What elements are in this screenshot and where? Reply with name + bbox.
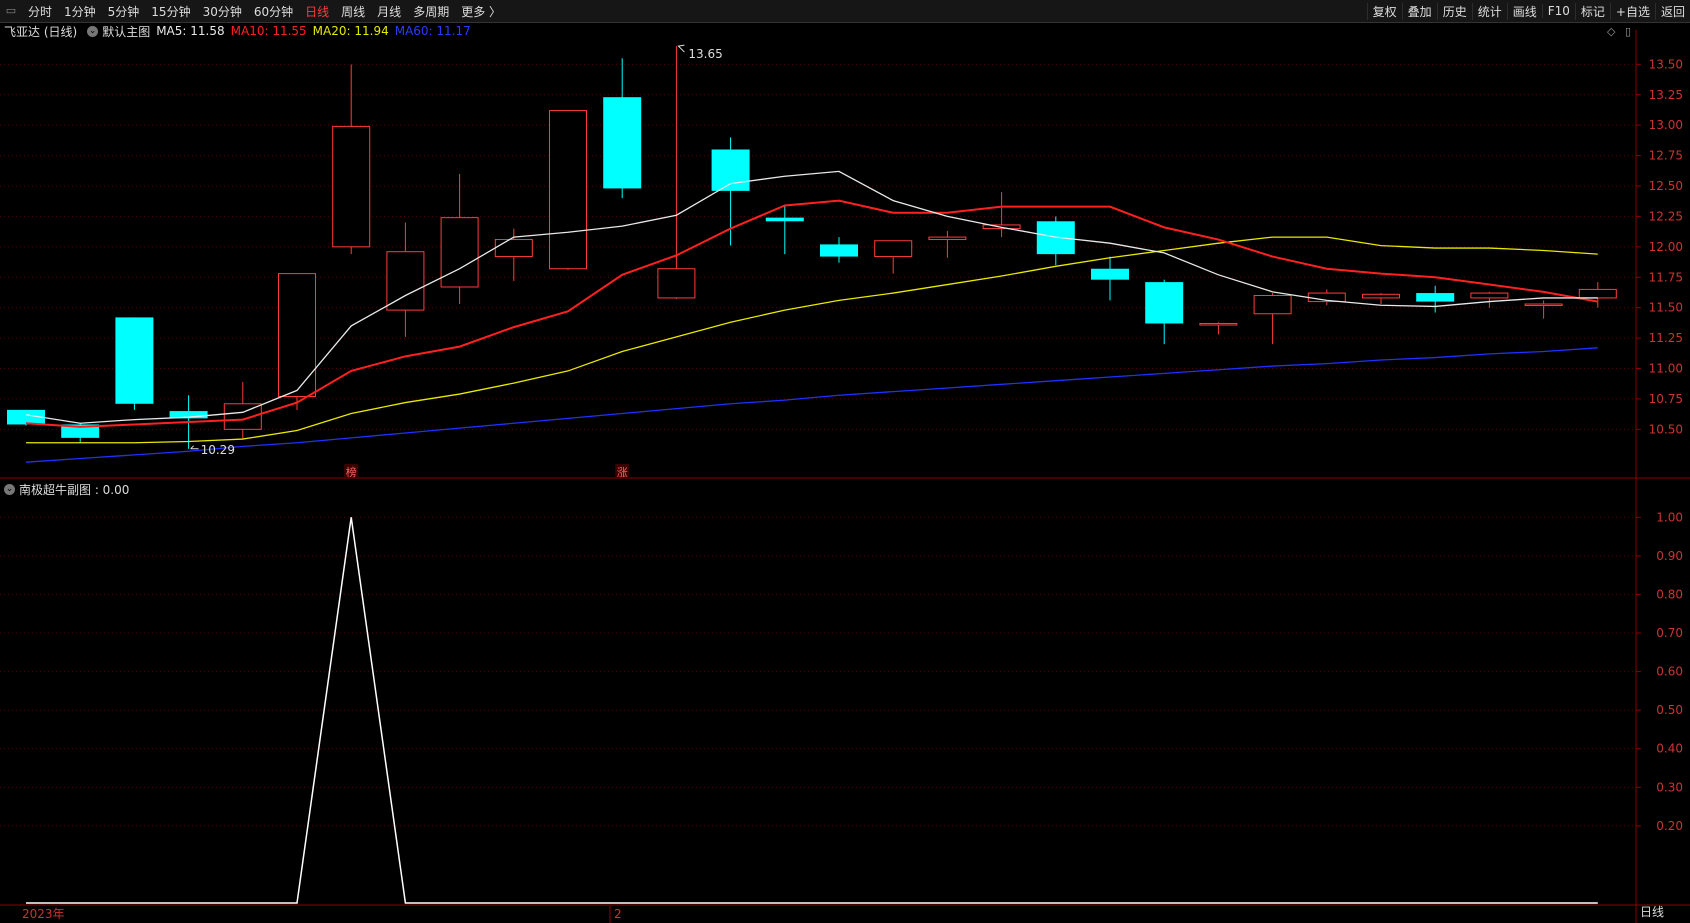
candle-body-up bbox=[332, 125, 371, 248]
y-tick-label-main: 10.75 bbox=[1649, 392, 1683, 406]
min-price-label: 10.29 bbox=[201, 443, 235, 457]
candle-body-up bbox=[1524, 303, 1563, 307]
candle-body-down bbox=[603, 97, 642, 189]
y-tick-label-main: 13.00 bbox=[1649, 118, 1683, 132]
ma10-line bbox=[25, 199, 1598, 428]
y-tick-label-sub: 0.90 bbox=[1656, 549, 1683, 563]
year-label: 2023年 bbox=[22, 907, 65, 921]
candle-body-up bbox=[1470, 292, 1509, 299]
y-tick-label-sub: 0.60 bbox=[1656, 665, 1683, 679]
event-marker-label: 榜 bbox=[346, 465, 357, 479]
candle-body-up bbox=[1199, 322, 1238, 326]
candle-body-down bbox=[1145, 282, 1184, 324]
sub-indicator-line bbox=[26, 517, 1598, 904]
candle-body-up bbox=[386, 251, 425, 311]
y-tick-label-main: 11.00 bbox=[1649, 362, 1683, 376]
candle-body-up bbox=[1253, 295, 1292, 315]
candle-body-down bbox=[711, 149, 750, 191]
max-price-pointer bbox=[677, 44, 685, 53]
y-tick-label-sub: 0.70 bbox=[1656, 626, 1683, 640]
y-tick-label-main: 11.75 bbox=[1649, 270, 1683, 284]
y-tick-label-sub: 0.40 bbox=[1656, 742, 1683, 756]
y-tick-label-sub: 1.00 bbox=[1656, 510, 1683, 524]
candle-body-up bbox=[928, 236, 967, 241]
y-tick-label-main: 12.25 bbox=[1649, 209, 1683, 223]
candle-body-up bbox=[657, 268, 696, 299]
candle-body-up bbox=[440, 217, 479, 288]
y-tick-label-main: 12.00 bbox=[1649, 240, 1683, 254]
y-tick-label-main: 12.50 bbox=[1649, 179, 1683, 193]
candle-body-down bbox=[765, 217, 804, 222]
period-label: 日线 bbox=[1640, 905, 1665, 919]
candle-body-up bbox=[278, 273, 316, 397]
y-tick-label-sub: 0.30 bbox=[1656, 780, 1683, 794]
candle-body-up bbox=[874, 240, 913, 258]
y-tick-label-main: 11.50 bbox=[1649, 301, 1683, 315]
y-tick-label-main: 12.75 bbox=[1649, 149, 1683, 163]
candle-body-down bbox=[115, 317, 154, 404]
candle-body-up bbox=[1362, 293, 1400, 299]
y-tick-label-main: 13.25 bbox=[1649, 88, 1683, 102]
y-tick-label-sub: 0.50 bbox=[1656, 703, 1683, 717]
kline-chart: 13.50 13.25 13.00 12.75 12.50 12.25 12.00 11.75… bbox=[0, 30, 1690, 923]
y-tick-label-main: 13.50 bbox=[1649, 57, 1683, 71]
candle-body-up bbox=[494, 239, 533, 258]
y-tick-label-sub: 0.20 bbox=[1656, 819, 1683, 833]
y-tick-label-sub: 0.80 bbox=[1656, 587, 1683, 601]
candle-body-up bbox=[549, 110, 587, 270]
candle-body-up bbox=[1578, 288, 1617, 299]
y-tick-label-main: 10.50 bbox=[1649, 422, 1683, 436]
candle-body-down bbox=[1091, 268, 1129, 280]
candle-body-down bbox=[820, 244, 858, 257]
max-price-label: 13.65 bbox=[688, 47, 722, 61]
event-marker-label: 涨 bbox=[617, 466, 628, 479]
min-price-pointer bbox=[190, 445, 199, 450]
y-tick-label-main: 11.25 bbox=[1649, 331, 1683, 345]
candle-body-down bbox=[1416, 293, 1455, 302]
month-label: 2 bbox=[614, 907, 622, 921]
